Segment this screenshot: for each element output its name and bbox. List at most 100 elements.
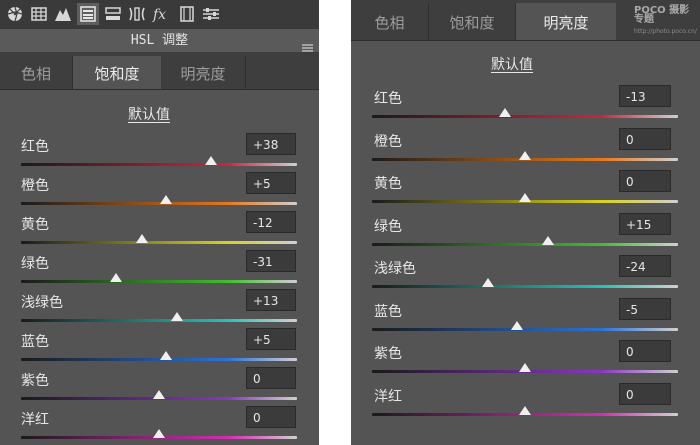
- presets-sliders-icon[interactable]: [200, 3, 222, 25]
- tab-hue[interactable]: 色相: [351, 3, 429, 41]
- left-tab-bar: 色相 饱和度 明亮度: [0, 53, 319, 90]
- slider-track[interactable]: [372, 242, 678, 246]
- slider-row: 浅绿色 -24: [351, 255, 700, 297]
- slider-label: 蓝色: [21, 334, 49, 350]
- panel-toolbar: fx: [0, 0, 319, 29]
- slider-value-input[interactable]: -13: [619, 85, 671, 107]
- slider-thumb[interactable]: [110, 273, 123, 282]
- default-button[interactable]: 默认值: [491, 54, 533, 74]
- tab-saturation[interactable]: 饱和度: [429, 3, 516, 41]
- slider-thumb[interactable]: [153, 429, 165, 438]
- slider-row: 紫色 0: [0, 367, 319, 409]
- slider-row: 紫色 0: [351, 340, 700, 382]
- slider-thumb[interactable]: [519, 405, 531, 415]
- svg-text:fx: fx: [152, 7, 166, 22]
- tab-hue[interactable]: 色相: [0, 56, 73, 90]
- slider-label: 浅绿色: [21, 295, 63, 311]
- fx-icon[interactable]: fx: [151, 3, 173, 25]
- slider-value-input[interactable]: +38: [246, 133, 296, 155]
- slider-thumb[interactable]: [519, 150, 531, 160]
- tab-luminance[interactable]: 明亮度: [516, 3, 616, 41]
- slider-row: 橙色 0: [351, 127, 700, 170]
- slider-label: 紫色: [21, 373, 49, 389]
- slider-thumb[interactable]: [205, 156, 218, 165]
- camera-calibration-icon[interactable]: [176, 3, 198, 25]
- slider-track[interactable]: [21, 163, 297, 166]
- slider-row: 红色 -13: [351, 85, 700, 127]
- slider-value-input[interactable]: 0: [619, 127, 671, 150]
- slider-thumb[interactable]: [136, 234, 149, 243]
- hsl-panel-left: fx HSL 调整 色相 饱和度 明亮度 默认值 红色 +38 橙色 +5 黄色 -12 绿…: [0, 0, 319, 445]
- slider-label: 洋红: [21, 412, 49, 428]
- slider-value-input[interactable]: 0: [619, 170, 671, 192]
- panel-title: HSL 调整: [0, 29, 319, 53]
- slider-track[interactable]: [372, 285, 678, 288]
- tab-saturation[interactable]: 饱和度: [73, 56, 161, 90]
- slider-track[interactable]: [372, 115, 678, 118]
- slider-label: 绿色: [21, 256, 49, 272]
- watermark: POCO 摄影专题 http://photo.poco.cn/: [634, 5, 697, 36]
- slider-label: 黄色: [374, 176, 402, 192]
- slider-row: 黄色 0: [351, 170, 700, 212]
- slider-label: 红色: [21, 139, 49, 155]
- hsl-panel-right: 色相 饱和度 明亮度 POCO 摄影专题 http://photo.poco.c…: [351, 0, 700, 445]
- slider-label: 黄色: [21, 217, 49, 233]
- slider-value-input[interactable]: 0: [246, 367, 296, 389]
- mountains-icon[interactable]: [52, 3, 74, 25]
- hsl-panel-icon[interactable]: [77, 3, 99, 25]
- slider-thumb[interactable]: [511, 320, 524, 330]
- slider-value-input[interactable]: 0: [619, 340, 671, 362]
- slider-value-input[interactable]: 0: [246, 406, 296, 428]
- slider-thumb[interactable]: [519, 193, 531, 202]
- slider-label: 橙色: [374, 133, 402, 150]
- slider-row: 洋红 0: [0, 406, 319, 445]
- slider-value-input[interactable]: 0: [619, 382, 671, 405]
- slider-row: 浅绿色 +13: [0, 289, 319, 331]
- slider-track[interactable]: [372, 327, 678, 331]
- slider-thumb[interactable]: [541, 235, 554, 245]
- slider-value-input[interactable]: -12: [246, 211, 296, 233]
- slider-thumb[interactable]: [499, 108, 512, 117]
- slider-label: 绿色: [374, 218, 402, 235]
- slider-label: 浅绿色: [374, 261, 416, 277]
- slider-row: 蓝色 -5: [351, 297, 700, 340]
- panel-title-text: HSL 调整: [130, 33, 189, 48]
- slider-row: 黄色 -12: [0, 211, 319, 253]
- slider-label: 洋红: [374, 388, 402, 405]
- default-button[interactable]: 默认值: [128, 104, 170, 124]
- slider-track[interactable]: [21, 280, 297, 283]
- slider-label: 橙色: [21, 178, 49, 194]
- watermark-brand: POCO 摄影专题: [634, 5, 690, 25]
- tab-divider: [0, 89, 319, 90]
- watermark-url: http://photo.poco.cn/: [634, 28, 697, 35]
- slider-value-input[interactable]: +15: [619, 212, 671, 235]
- split-tone-icon[interactable]: [102, 3, 124, 25]
- slider-value-input[interactable]: +5: [246, 172, 296, 194]
- lens-aperture-icon[interactable]: [4, 3, 26, 25]
- lens-corrections-icon[interactable]: [126, 3, 148, 25]
- slider-thumb[interactable]: [482, 278, 495, 287]
- slider-row: 红色 +38: [0, 133, 319, 175]
- slider-row: 蓝色 +5: [0, 328, 319, 370]
- tab-divider: [351, 40, 700, 41]
- slider-value-input[interactable]: +13: [246, 289, 296, 311]
- grid-icon[interactable]: [28, 3, 50, 25]
- slider-thumb[interactable]: [153, 390, 165, 399]
- slider-row: 橙色 +5: [0, 172, 319, 214]
- slider-thumb[interactable]: [519, 363, 531, 372]
- slider-value-input[interactable]: +5: [246, 328, 296, 350]
- slider-value-input[interactable]: -5: [619, 297, 671, 320]
- slider-value-input[interactable]: -24: [619, 255, 671, 277]
- slider-thumb[interactable]: [170, 312, 183, 321]
- slider-label: 蓝色: [374, 303, 402, 320]
- slider-row: 洋红 0: [351, 382, 700, 425]
- slider-row: 绿色 +15: [351, 212, 700, 255]
- slider-thumb[interactable]: [159, 195, 172, 204]
- slider-thumb[interactable]: [159, 351, 172, 360]
- tab-luminance[interactable]: 明亮度: [161, 56, 246, 90]
- slider-value-input[interactable]: -31: [246, 250, 296, 272]
- slider-label: 紫色: [374, 346, 402, 362]
- slider-label: 红色: [374, 91, 402, 107]
- slider-track[interactable]: [21, 241, 297, 244]
- slider-track[interactable]: [21, 319, 297, 322]
